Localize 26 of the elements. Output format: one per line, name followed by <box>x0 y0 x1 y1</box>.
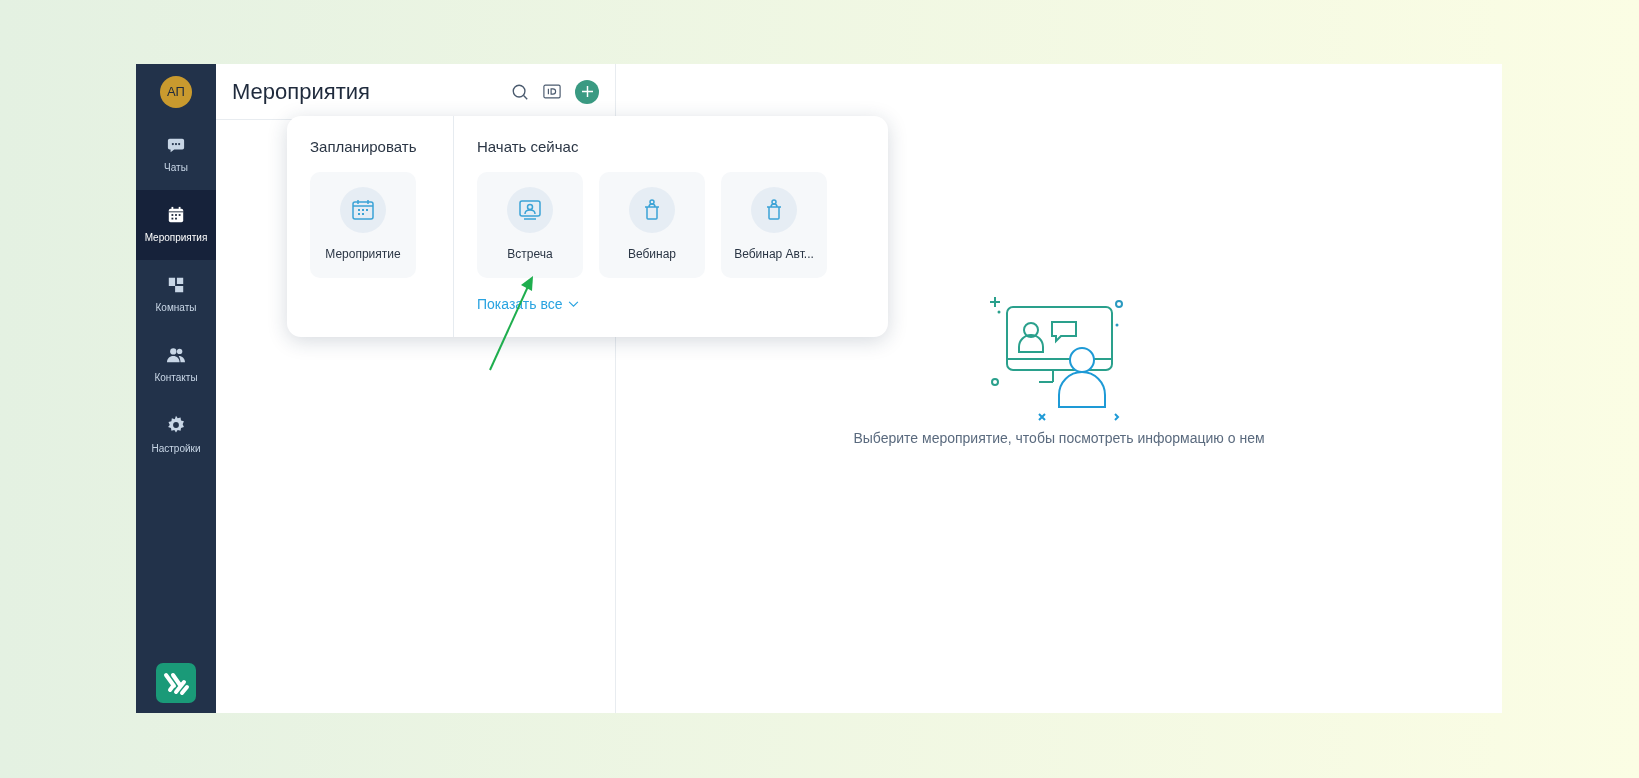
nav-item[interactable]: Настройки <box>136 400 216 470</box>
create-option[interactable]: Вебинар Авт... <box>721 171 827 278</box>
chevron-down-icon <box>568 300 580 308</box>
create-option[interactable]: Вебинар <box>599 171 705 278</box>
rooms-icon <box>167 275 185 294</box>
plus-icon <box>581 86 593 97</box>
calendar-icon <box>351 197 375 222</box>
panel-title: Мероприятия <box>232 78 371 106</box>
section-title: Начать сейчас <box>477 137 580 157</box>
video-call-icon <box>518 197 542 222</box>
settings-icon <box>166 414 186 435</box>
search-icon[interactable] <box>511 82 529 101</box>
nav-item[interactable]: Мероприятия <box>136 190 216 260</box>
people-icon <box>166 345 186 364</box>
section-title: Запланировать <box>310 137 418 157</box>
id-card-icon[interactable] <box>543 84 561 99</box>
nav-item[interactable]: Комнаты <box>136 260 216 330</box>
create-option[interactable]: Мероприятие <box>310 171 416 278</box>
nav-item[interactable]: Контакты <box>136 330 216 400</box>
add-button[interactable] <box>575 79 599 104</box>
calendar-icon <box>167 205 185 224</box>
user-avatar[interactable]: АП <box>160 76 192 108</box>
app-logo-icon <box>156 663 196 703</box>
create-option[interactable]: Встреча <box>477 171 583 278</box>
empty-state-message: Выберите мероприятие, чтобы посмотреть информацию о нем <box>853 429 1265 448</box>
nav-item[interactable]: Чаты <box>136 120 216 190</box>
